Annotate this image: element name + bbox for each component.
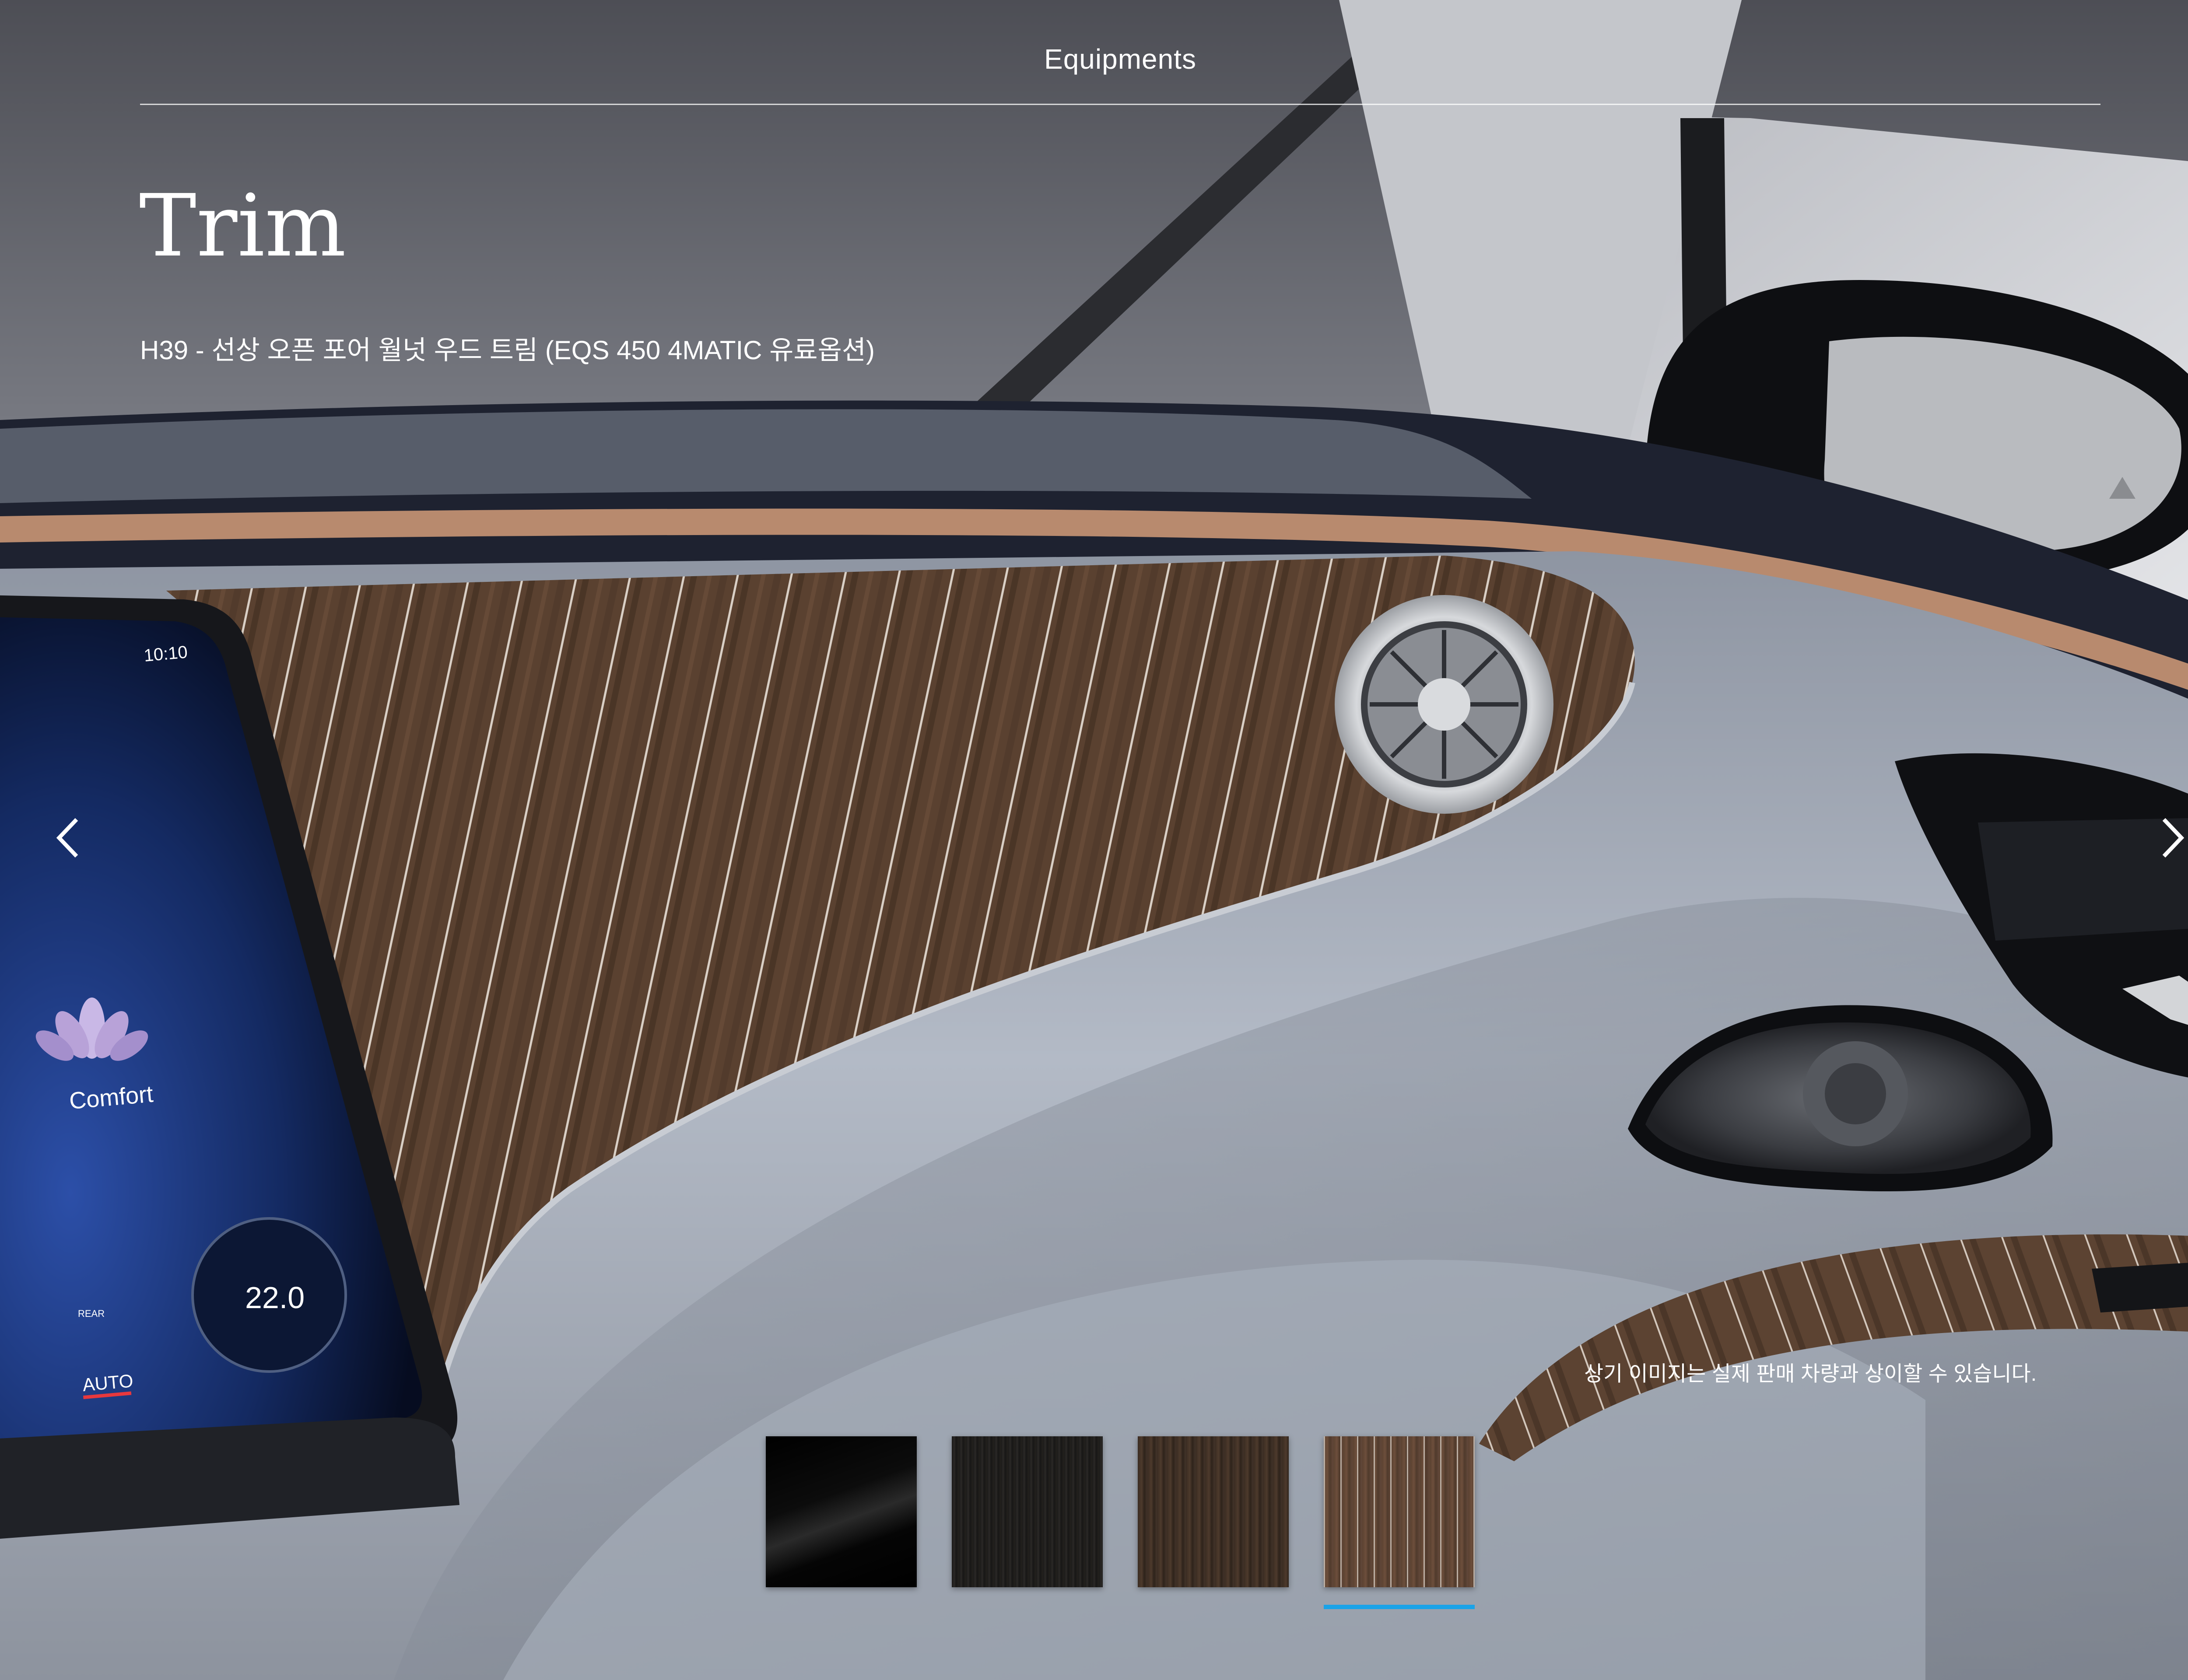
header-title: Equipments [1044,43,1196,75]
chevron-left-icon [56,818,78,858]
svg-text:10:10: 10:10 [143,642,189,665]
trim-swatch-walnut-wood[interactable] [1138,1436,1289,1587]
svg-text:22.0: 22.0 [245,1281,305,1315]
stage: 10:10 Comfort 22.0 AUTO REAR Equipments … [0,0,2188,1680]
trim-swatch-yacht-open-pore-walnut[interactable] [1324,1436,1475,1609]
image-disclaimer: 상기 이미지는 실제 판매 차량과 상이할 수 있습니다. [1584,1362,2037,1386]
previous-image-button[interactable] [44,805,92,871]
chevron-right-icon [2162,818,2184,858]
page-title: Trim [139,176,346,276]
trim-option-caption: H39 - 선상 오픈 포어 월넛 우드 트림 (EQS 450 4MATIC … [140,336,875,365]
trim-swatch-dark-wood[interactable] [952,1436,1103,1587]
next-image-button[interactable] [2149,805,2188,871]
svg-text:REAR: REAR [78,1308,105,1319]
trim-swatch-black-gloss[interactable] [766,1436,917,1587]
trim-swatch-list [766,1436,1475,1609]
selected-indicator [1324,1605,1475,1609]
header-divider [140,104,2100,105]
svg-text:AUTO: AUTO [82,1370,134,1395]
